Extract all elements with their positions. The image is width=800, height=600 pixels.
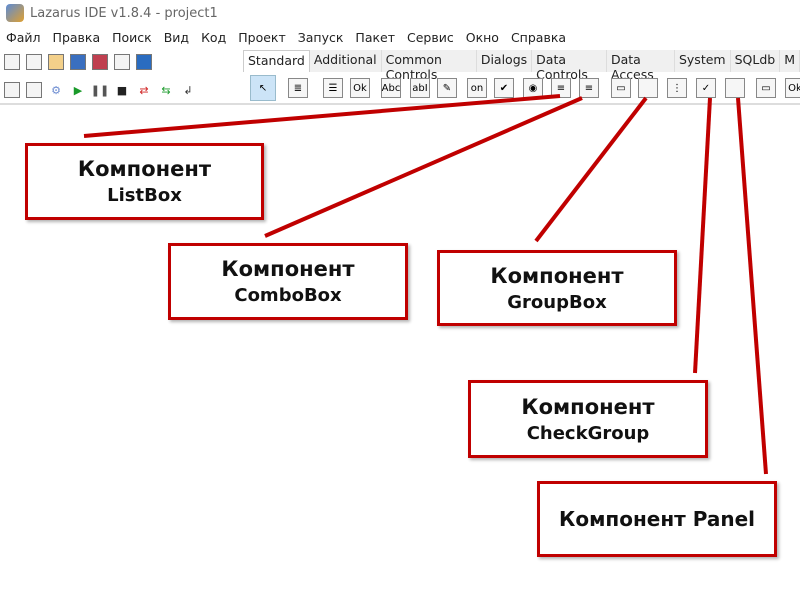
callout-title: Компонент [77, 157, 212, 181]
callout-listbox: Компонент ListBox [25, 143, 264, 220]
callout-title: Компонент [521, 394, 655, 419]
panel-pointer-line [736, 97, 768, 475]
callout-title: Компонент [490, 263, 624, 288]
callout-component-name: ComboBox [234, 285, 342, 306]
callout-groupbox: Компонент GroupBox [437, 250, 677, 326]
callout-title: Компонент [221, 257, 355, 281]
callout-component-name: CheckGroup [526, 422, 650, 444]
callout-panel: Компонент Panel [537, 481, 777, 557]
callout-checkgroup: Компонент CheckGroup [468, 380, 708, 458]
callout-title: Компонент Panel [558, 507, 756, 531]
groupbox-pointer-line [534, 96, 648, 243]
callout-combobox: Компонент ComboBox [168, 243, 408, 320]
checkgroup-pointer-line [693, 97, 712, 374]
listbox-pointer-line [83, 94, 561, 138]
callout-component-name: GroupBox [507, 291, 607, 313]
callout-component-name: ListBox [107, 185, 182, 206]
